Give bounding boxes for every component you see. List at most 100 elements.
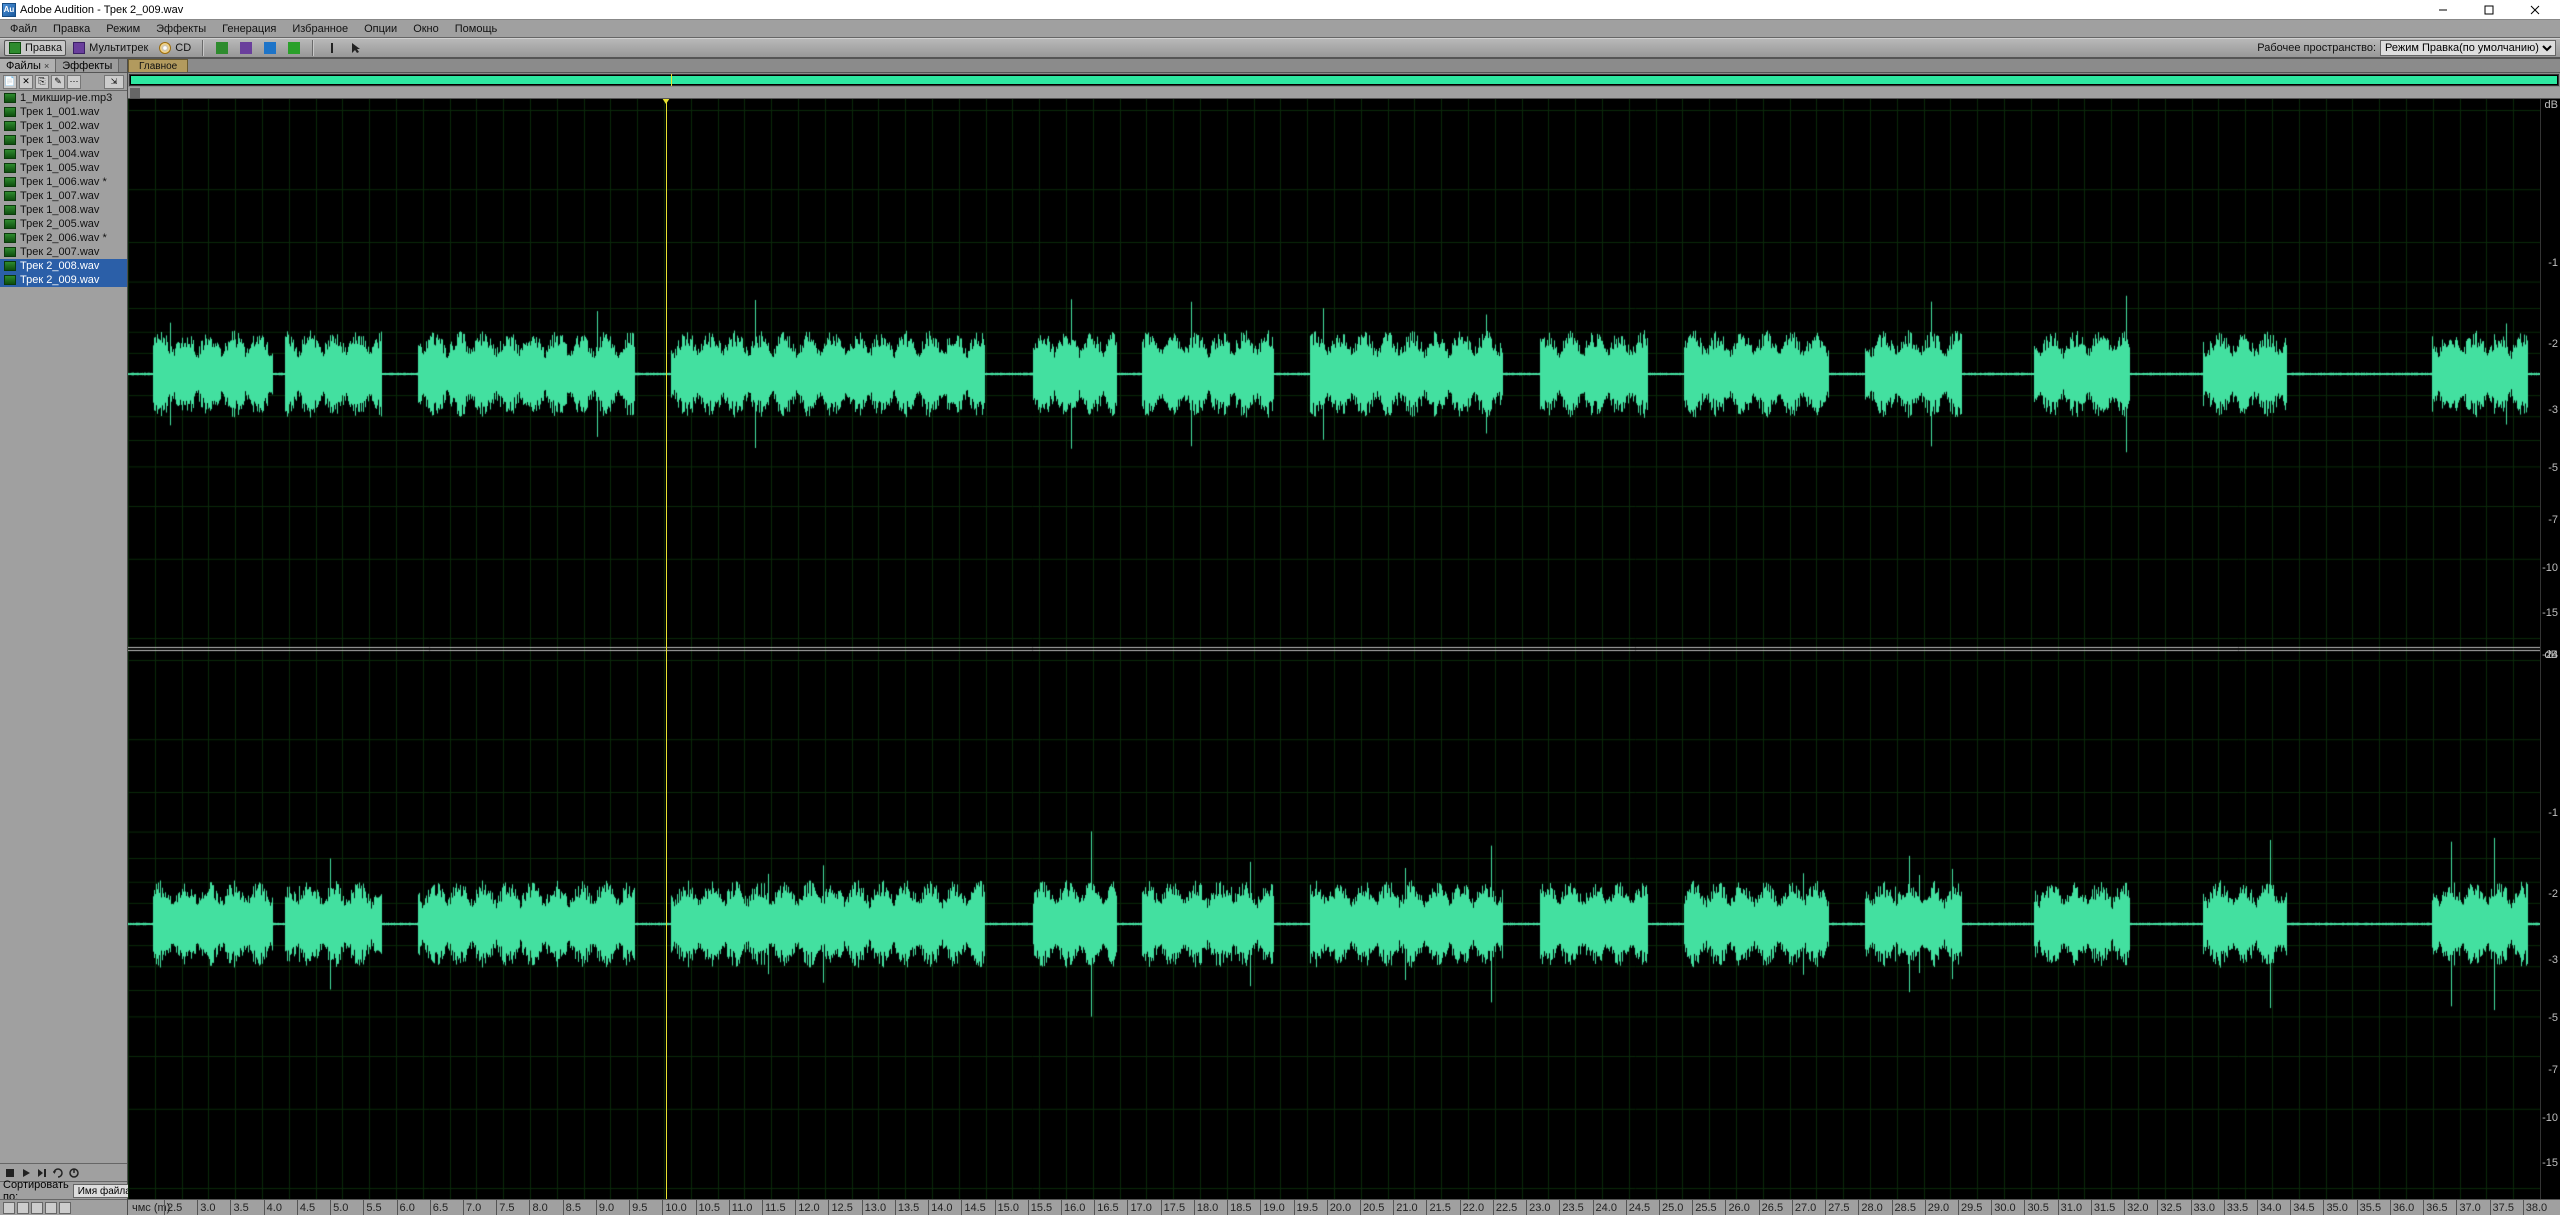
files-close-button[interactable]: ✕ — [19, 75, 33, 89]
file-name: Трек 1_008.wav — [20, 204, 99, 216]
file-row[interactable]: Трек 1_004.wav — [0, 147, 127, 161]
time-tick: 14.5 — [961, 1200, 962, 1215]
file-name: Трек 2_007.wav — [20, 246, 99, 258]
time-tick: 21.0 — [1393, 1200, 1394, 1215]
tool-marquee-button[interactable] — [345, 40, 367, 56]
mode-multitrack-label: Мультитрек — [89, 42, 148, 54]
time-tick: 28.5 — [1892, 1200, 1893, 1215]
files-edit-button[interactable]: ✎ — [51, 75, 65, 89]
preview-play-button[interactable] — [19, 1166, 33, 1180]
time-tick: 20.0 — [1327, 1200, 1328, 1215]
time-tick: 19.0 — [1260, 1200, 1261, 1215]
menu-файл[interactable]: Файл — [2, 21, 45, 37]
show-video-button[interactable] — [31, 1202, 43, 1214]
overview-bar[interactable] — [129, 74, 2559, 86]
time-tick: 17.0 — [1127, 1200, 1128, 1215]
time-tick: 7.5 — [496, 1200, 497, 1215]
show-loop-button[interactable] — [17, 1202, 29, 1214]
file-name: Трек 1_001.wav — [20, 106, 99, 118]
files-fulllist-toggle[interactable]: ⇲ — [104, 75, 124, 89]
time-tick: 22.0 — [1460, 1200, 1461, 1215]
mode-cd-button[interactable]: CD — [154, 40, 195, 56]
window-titlebar: Au Adobe Audition - Трек 2_009.wav — [0, 0, 2560, 20]
view-waveform-button[interactable] — [211, 40, 233, 56]
waveform-canvas[interactable] — [128, 99, 2540, 1199]
mode-edit-button[interactable]: Правка — [4, 40, 66, 56]
view-pan-button[interactable] — [259, 40, 281, 56]
files-import-button[interactable]: 📄 — [3, 75, 17, 89]
preview-autoplay-button[interactable] — [35, 1166, 49, 1180]
menu-правка[interactable]: Правка — [45, 21, 98, 37]
time-tick: 26.0 — [1725, 1200, 1726, 1215]
menu-окно[interactable]: Окно — [405, 21, 447, 37]
audio-file-icon — [4, 149, 16, 159]
menu-режим[interactable]: Режим — [98, 21, 148, 37]
menu-помощь[interactable]: Помощь — [447, 21, 506, 37]
file-row[interactable]: Трек 2_009.wav — [0, 273, 127, 287]
menu-эффекты[interactable]: Эффекты — [148, 21, 214, 37]
db-label: -10 — [2542, 1112, 2558, 1124]
file-row[interactable]: Трек 2_005.wav — [0, 217, 127, 231]
menu-опции[interactable]: Опции — [356, 21, 405, 37]
file-row[interactable]: Трек 1_003.wav — [0, 133, 127, 147]
view-phase-button[interactable] — [283, 40, 305, 56]
window-minimize-button[interactable] — [2420, 1, 2466, 19]
panel-tab-close-icon[interactable]: × — [44, 61, 49, 71]
file-list[interactable]: 1_микшир-ие.mp3Трек 1_001.wavТрек 1_002.… — [0, 91, 127, 1163]
time-tick: 18.5 — [1227, 1200, 1228, 1215]
file-row[interactable]: Трек 1_002.wav — [0, 119, 127, 133]
show-midi-button[interactable] — [45, 1202, 57, 1214]
files-options-button[interactable]: ⋯ — [67, 75, 81, 89]
time-tick: 21.5 — [1426, 1200, 1427, 1215]
file-row[interactable]: Трек 1_001.wav — [0, 105, 127, 119]
time-tick: 29.5 — [1958, 1200, 1959, 1215]
audio-file-icon — [4, 247, 16, 257]
menu-генерация[interactable]: Генерация — [214, 21, 284, 37]
time-ruler[interactable]: чмс (m) 2.53.03.54.04.55.05.56.06.57.07.… — [128, 1199, 2560, 1215]
window-maximize-button[interactable] — [2466, 1, 2512, 19]
amplitude-scale: dB-1-2-3-5-7-10-15-24 dB-1-2-3-5-7-10-15… — [2540, 99, 2560, 1199]
window-close-button[interactable] — [2512, 1, 2558, 19]
panel-tab-файлы[interactable]: Файлы× — [0, 59, 56, 72]
file-row[interactable]: Трек 2_007.wav — [0, 245, 127, 259]
file-row[interactable]: Трек 1_007.wav — [0, 189, 127, 203]
time-tick: 27.5 — [1825, 1200, 1826, 1215]
overview-range — [131, 76, 2557, 84]
time-tick: 38.0 — [2523, 1200, 2524, 1215]
file-row[interactable]: Трек 2_008.wav — [0, 259, 127, 273]
time-tick: 27.0 — [1792, 1200, 1793, 1215]
time-tick: 2.5 — [164, 1200, 165, 1215]
audio-file-icon — [4, 177, 16, 187]
tab-main[interactable]: Главное — [128, 59, 188, 72]
time-tick: 9.0 — [596, 1200, 597, 1215]
file-name: Трек 2_009.wav — [20, 274, 99, 286]
file-row[interactable]: Трек 1_005.wav — [0, 161, 127, 175]
audio-file-icon — [4, 233, 16, 243]
preview-loop-button[interactable] — [51, 1166, 65, 1180]
files-bottom-toolbar — [0, 1199, 127, 1215]
preview-volume-knob[interactable] — [67, 1166, 81, 1180]
show-audio-button[interactable] — [3, 1202, 15, 1214]
workspace-select[interactable]: Режим Правка(по умолчанию) — [2380, 40, 2556, 56]
file-row[interactable]: Трек 2_006.wav * — [0, 231, 127, 245]
menu-избранное[interactable]: Избранное — [284, 21, 356, 37]
navigator-handle[interactable] — [130, 88, 140, 98]
preview-stop-button[interactable] — [3, 1166, 17, 1180]
tool-time-select-button[interactable] — [321, 40, 343, 56]
overview-playhead — [671, 74, 672, 86]
files-insert-button[interactable]: ⎘ — [35, 75, 49, 89]
time-tick: 19.5 — [1294, 1200, 1295, 1215]
waveform-view[interactable]: dB-1-2-3-5-7-10-15-24 dB-1-2-3-5-7-10-15… — [128, 99, 2560, 1199]
db-label: -5 — [2548, 462, 2558, 474]
db-label: dB — [2545, 649, 2558, 661]
view-spectral-button[interactable] — [235, 40, 257, 56]
editor-area: Главное dB-1-2-3-5-7-10-15-24 dB-1-2-3-5… — [128, 59, 2560, 1215]
time-tick: 31.0 — [2058, 1200, 2059, 1215]
panel-tab-эффекты[interactable]: Эффекты — [56, 59, 119, 72]
file-row[interactable]: 1_микшир-ие.mp3 — [0, 91, 127, 105]
show-markers-button[interactable] — [59, 1202, 71, 1214]
navigator-strip[interactable] — [128, 87, 2560, 99]
mode-multitrack-button[interactable]: Мультитрек — [68, 40, 152, 56]
file-row[interactable]: Трек 1_008.wav — [0, 203, 127, 217]
file-row[interactable]: Трек 1_006.wav * — [0, 175, 127, 189]
